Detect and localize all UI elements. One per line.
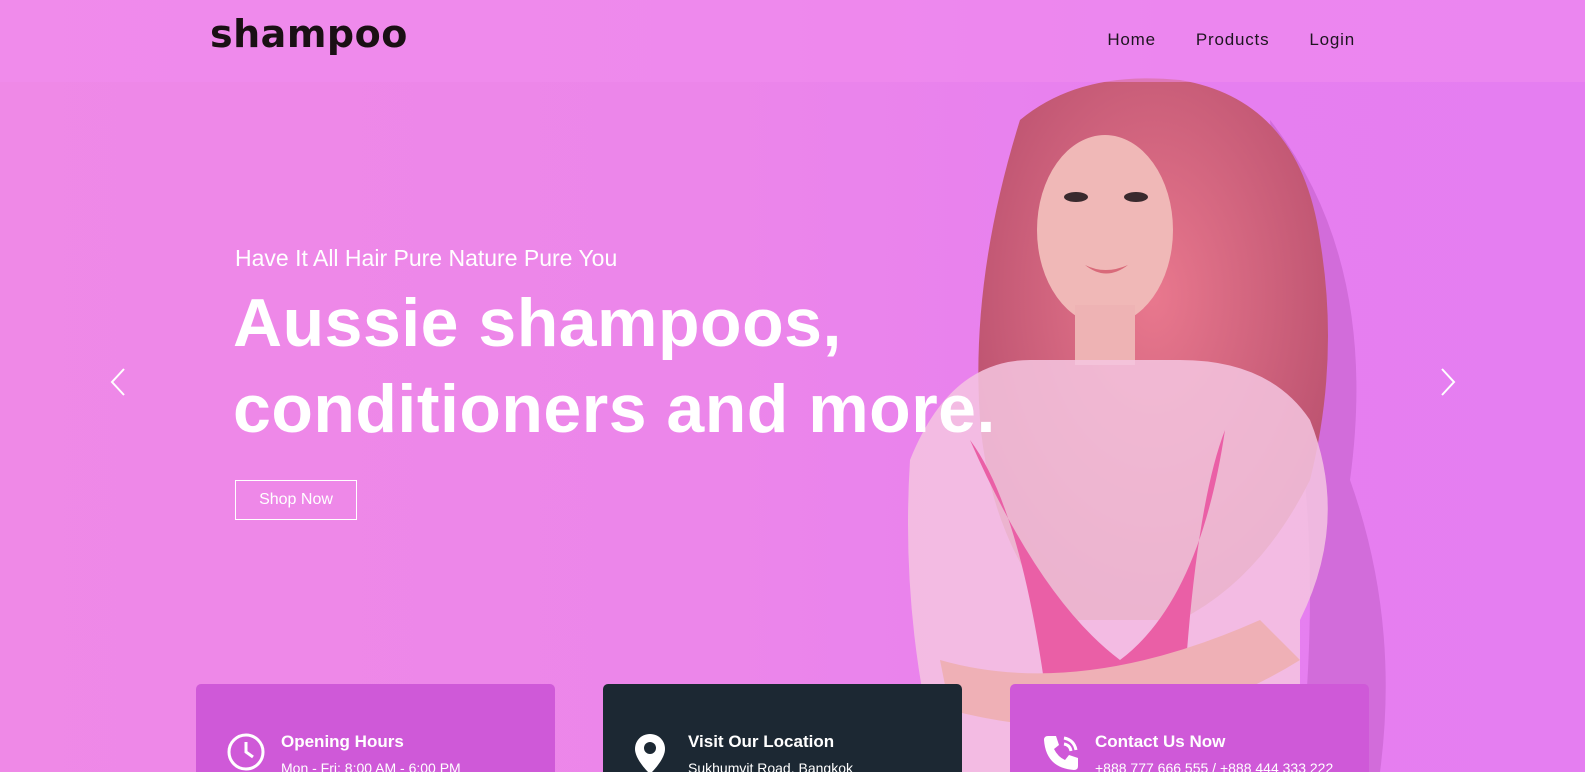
contact-card: Contact Us Now +888 777 666 555 / +888 4… xyxy=(1010,684,1369,772)
chevron-right-icon[interactable] xyxy=(1438,366,1458,398)
site-logo[interactable]: shampoo xyxy=(210,12,408,56)
site-header: shampoo Home Products Login xyxy=(0,0,1585,82)
nav-login-link[interactable]: Login xyxy=(1309,30,1355,50)
card-title: Opening Hours xyxy=(281,732,404,751)
hero-title-line-2: conditioners and more. xyxy=(233,371,996,447)
card-title: Contact Us Now xyxy=(1095,732,1226,751)
hero-title: Aussie shampoos, conditioners and more. xyxy=(233,280,1053,452)
hero-section: shampoo Home Products Login Have It All … xyxy=(0,0,1585,772)
location-pin-icon xyxy=(635,734,665,772)
opening-hours-card: Opening Hours Mon - Fri: 8:00 AM - 6:00 … xyxy=(196,684,555,772)
nav-products-link[interactable]: Products xyxy=(1196,30,1270,50)
card-title: Visit Our Location xyxy=(688,732,835,751)
hero-title-line-1: Aussie shampoos, xyxy=(233,285,842,361)
shop-now-button[interactable]: Shop Now xyxy=(235,480,357,520)
hero-subtitle: Have It All Hair Pure Nature Pure You xyxy=(235,245,618,271)
chevron-left-icon[interactable] xyxy=(108,366,128,398)
card-text: Mon - Fri: 8:00 AM - 6:00 PM xyxy=(281,760,461,772)
phone-icon xyxy=(1044,736,1078,770)
main-nav: Home Products Login xyxy=(1107,30,1355,50)
clock-icon xyxy=(227,733,265,771)
location-card: Visit Our Location Sukhumvit Road, Bangk… xyxy=(603,684,962,772)
card-text: Sukhumvit Road, Bangkok xyxy=(688,760,853,772)
card-text: +888 777 666 555 / +888 444 333 222 xyxy=(1095,760,1334,772)
nav-home-link[interactable]: Home xyxy=(1107,30,1156,50)
